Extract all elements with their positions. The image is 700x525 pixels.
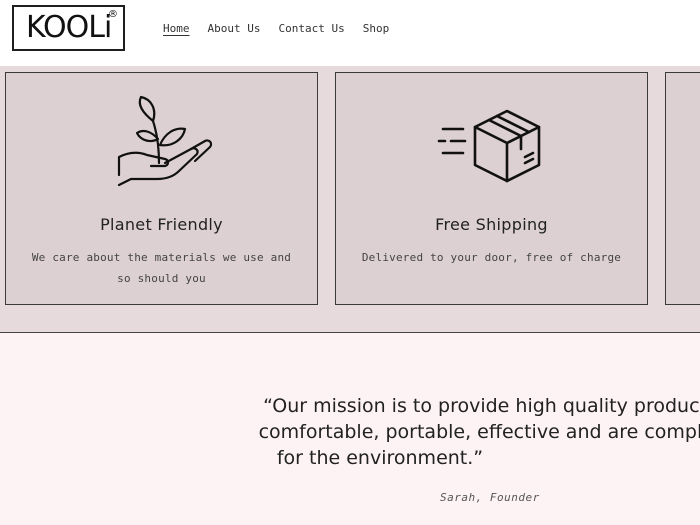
mission-quote-section: “Our mission is to provide high quality …	[0, 333, 700, 525]
card-description-line: so should you	[117, 272, 206, 285]
feature-card-partial	[665, 72, 700, 305]
card-description-line: Delivered to your door, free of charge	[361, 251, 622, 264]
card-description-line: We care about the materials we use and	[31, 251, 292, 264]
quote-line: for the environment.”	[276, 447, 484, 469]
brand-logo[interactable]: KOOLi ®	[12, 5, 125, 51]
quote-line: “Our mission is to provide high quality …	[263, 395, 700, 417]
feature-card-free-shipping: Free Shipping Delivered to your door, fr…	[335, 72, 648, 305]
site-header: KOOLi ® Home About Us Contact Us Shop	[0, 0, 700, 66]
quote-author: Sarah, Founder	[440, 491, 540, 504]
features-section: Planet Friendly We care about the materi…	[0, 66, 700, 333]
card-title: Free Shipping	[435, 215, 548, 234]
logo-text: KOOLi	[26, 10, 112, 45]
plant-in-hand-icon	[117, 95, 212, 187]
feature-card-planet-friendly: Planet Friendly We care about the materi…	[5, 72, 318, 305]
nav-about-link[interactable]: About Us	[208, 22, 261, 35]
nav-contact-link[interactable]: Contact Us	[278, 22, 344, 35]
mission-quote: “Our mission is to provide high quality …	[190, 393, 700, 471]
shipping-box-icon	[437, 109, 540, 183]
card-description: Delivered to your door, free of charge	[354, 247, 629, 268]
nav-home-link[interactable]: Home	[163, 22, 190, 35]
quote-line: comfortable, portable, effective and are…	[258, 421, 700, 443]
card-title: Planet Friendly	[100, 215, 223, 234]
nav-shop-link[interactable]: Shop	[363, 22, 390, 35]
card-description: We care about the materials we use and s…	[24, 247, 299, 289]
registered-mark: ®	[108, 9, 118, 20]
main-nav: Home About Us Contact Us Shop	[163, 22, 389, 35]
